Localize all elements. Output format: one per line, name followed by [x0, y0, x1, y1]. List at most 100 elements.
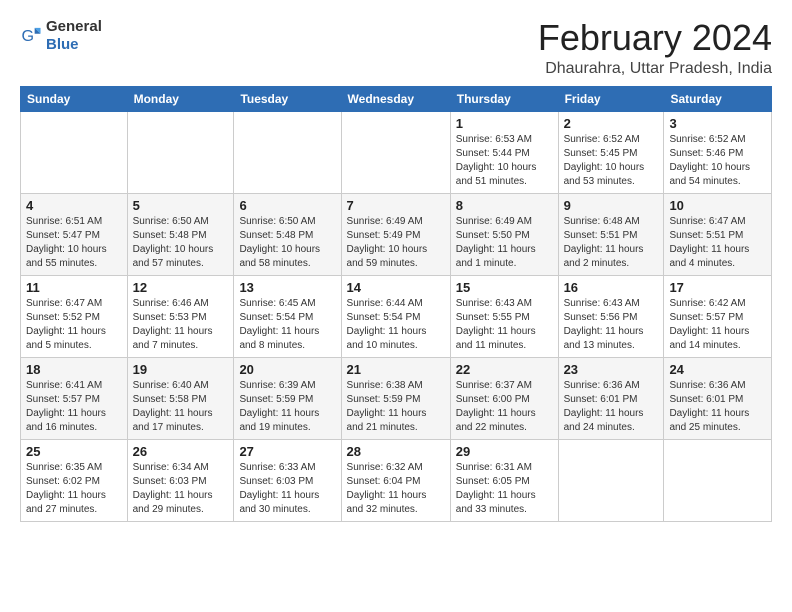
- day-detail: Sunrise: 6:51 AM Sunset: 5:47 PM Dayligh…: [26, 215, 122, 271]
- calendar-day-cell: 16 Sunrise: 6:43 AM Sunset: 5:56 PM Dayli…: [558, 275, 664, 357]
- logo-icon: G: [20, 25, 42, 47]
- day-detail: Sunrise: 6:49 AM Sunset: 5:49 PM Dayligh…: [347, 215, 445, 271]
- day-detail: Sunrise: 6:40 AM Sunset: 5:58 PM Dayligh…: [133, 379, 229, 435]
- calendar-day-cell: 2 Sunrise: 6:52 AM Sunset: 5:45 PM Daylig…: [558, 111, 664, 193]
- calendar-day-cell: 5 Sunrise: 6:50 AM Sunset: 5:48 PM Daylig…: [127, 193, 234, 275]
- calendar-day-cell: [21, 111, 128, 193]
- day-number: 23: [564, 362, 659, 377]
- day-detail: Sunrise: 6:32 AM Sunset: 6:04 PM Dayligh…: [347, 461, 445, 517]
- calendar-day-cell: 23Sunrise: 6:36 AM Sunset: 6:01 PM Dayli…: [558, 357, 664, 439]
- calendar-day-cell: 12 Sunrise: 6:46 AM Sunset: 5:53 PM Dayli…: [127, 275, 234, 357]
- day-detail: Sunrise: 6:42 AM Sunset: 5:57 PM Dayligh…: [669, 297, 766, 353]
- day-number: 17: [669, 280, 766, 295]
- calendar-day-cell: [558, 439, 664, 521]
- day-detail: Sunrise: 6:39 AM Sunset: 5:59 PM Dayligh…: [239, 379, 335, 435]
- day-number: 2: [564, 116, 659, 131]
- calendar-day-cell: 17 Sunrise: 6:42 AM Sunset: 5:57 PM Dayli…: [664, 275, 772, 357]
- calendar-day-cell: 29Sunrise: 6:31 AM Sunset: 6:05 PM Dayli…: [450, 439, 558, 521]
- calendar-day-cell: 22 Sunrise: 6:37 AM Sunset: 6:00 PM Dayli…: [450, 357, 558, 439]
- day-detail: Sunrise: 6:46 AM Sunset: 5:53 PM Dayligh…: [133, 297, 229, 353]
- day-detail: Sunrise: 6:49 AM Sunset: 5:50 PM Dayligh…: [456, 215, 553, 271]
- day-detail: Sunrise: 6:44 AM Sunset: 5:54 PM Dayligh…: [347, 297, 445, 353]
- day-number: 18: [26, 362, 122, 377]
- svg-text:G: G: [21, 27, 34, 45]
- calendar-day-cell: 9Sunrise: 6:48 AM Sunset: 5:51 PM Daylig…: [558, 193, 664, 275]
- day-number: 13: [239, 280, 335, 295]
- day-number: 1: [456, 116, 553, 131]
- day-number: 24: [669, 362, 766, 377]
- calendar-day-cell: 18 Sunrise: 6:41 AM Sunset: 5:57 PM Dayli…: [21, 357, 128, 439]
- calendar-day-cell: 11 Sunrise: 6:47 AM Sunset: 5:52 PM Dayli…: [21, 275, 128, 357]
- day-detail: Sunrise: 6:52 AM Sunset: 5:46 PM Dayligh…: [669, 133, 766, 189]
- day-detail: Sunrise: 6:43 AM Sunset: 5:56 PM Dayligh…: [564, 297, 659, 353]
- weekday-header: Sunday: [21, 86, 128, 111]
- calendar-day-cell: 10 Sunrise: 6:47 AM Sunset: 5:51 PM Dayli…: [664, 193, 772, 275]
- title-block: February 2024 Dhaurahra, Uttar Pradesh, …: [538, 18, 772, 78]
- day-number: 16: [564, 280, 659, 295]
- day-number: 19: [133, 362, 229, 377]
- day-detail: Sunrise: 6:34 AM Sunset: 6:03 PM Dayligh…: [133, 461, 229, 517]
- day-detail: Sunrise: 6:33 AM Sunset: 6:03 PM Dayligh…: [239, 461, 335, 517]
- location-title: Dhaurahra, Uttar Pradesh, India: [538, 60, 772, 78]
- logo: G General Blue: [20, 18, 102, 54]
- calendar-day-cell: 14 Sunrise: 6:44 AM Sunset: 5:54 PM Dayli…: [341, 275, 450, 357]
- day-number: 22: [456, 362, 553, 377]
- day-detail: Sunrise: 6:41 AM Sunset: 5:57 PM Dayligh…: [26, 379, 122, 435]
- calendar-day-cell: 1Sunrise: 6:53 AM Sunset: 5:44 PM Daylig…: [450, 111, 558, 193]
- calendar-day-cell: [664, 439, 772, 521]
- calendar-day-cell: 25Sunrise: 6:35 AM Sunset: 6:02 PM Dayli…: [21, 439, 128, 521]
- calendar-day-cell: 15Sunrise: 6:43 AM Sunset: 5:55 PM Dayli…: [450, 275, 558, 357]
- calendar-week-row: 11 Sunrise: 6:47 AM Sunset: 5:52 PM Dayli…: [21, 275, 772, 357]
- calendar-day-cell: [234, 111, 341, 193]
- calendar-day-cell: 6Sunrise: 6:50 AM Sunset: 5:48 PM Daylig…: [234, 193, 341, 275]
- weekday-header: Friday: [558, 86, 664, 111]
- calendar-day-cell: 20 Sunrise: 6:39 AM Sunset: 5:59 PM Dayli…: [234, 357, 341, 439]
- day-detail: Sunrise: 6:50 AM Sunset: 5:48 PM Dayligh…: [133, 215, 229, 271]
- weekday-header: Thursday: [450, 86, 558, 111]
- calendar-day-cell: 8Sunrise: 6:49 AM Sunset: 5:50 PM Daylig…: [450, 193, 558, 275]
- day-number: 5: [133, 198, 229, 213]
- calendar-day-cell: 19 Sunrise: 6:40 AM Sunset: 5:58 PM Dayli…: [127, 357, 234, 439]
- calendar-table: SundayMondayTuesdayWednesdayThursdayFrid…: [20, 86, 772, 522]
- calendar-day-cell: [341, 111, 450, 193]
- day-number: 20: [239, 362, 335, 377]
- logo-text: General Blue: [46, 18, 102, 54]
- day-number: 28: [347, 444, 445, 459]
- day-detail: Sunrise: 6:38 AM Sunset: 5:59 PM Dayligh…: [347, 379, 445, 435]
- calendar-week-row: 4 Sunrise: 6:51 AM Sunset: 5:47 PM Daylig…: [21, 193, 772, 275]
- day-number: 15: [456, 280, 553, 295]
- day-number: 4: [26, 198, 122, 213]
- day-number: 11: [26, 280, 122, 295]
- day-detail: Sunrise: 6:45 AM Sunset: 5:54 PM Dayligh…: [239, 297, 335, 353]
- day-number: 14: [347, 280, 445, 295]
- day-number: 7: [347, 198, 445, 213]
- day-detail: Sunrise: 6:35 AM Sunset: 6:02 PM Dayligh…: [26, 461, 122, 517]
- calendar-day-cell: 3 Sunrise: 6:52 AM Sunset: 5:46 PM Daylig…: [664, 111, 772, 193]
- weekday-header: Monday: [127, 86, 234, 111]
- calendar-body: 1Sunrise: 6:53 AM Sunset: 5:44 PM Daylig…: [21, 111, 772, 521]
- day-number: 9: [564, 198, 659, 213]
- day-detail: Sunrise: 6:47 AM Sunset: 5:51 PM Dayligh…: [669, 215, 766, 271]
- logo-blue: Blue: [46, 36, 79, 53]
- calendar-day-cell: 24Sunrise: 6:36 AM Sunset: 6:01 PM Dayli…: [664, 357, 772, 439]
- weekday-header: Tuesday: [234, 86, 341, 111]
- day-detail: Sunrise: 6:50 AM Sunset: 5:48 PM Dayligh…: [239, 215, 335, 271]
- page: G General Blue February 2024 Dhaurahra, …: [0, 0, 792, 532]
- day-detail: Sunrise: 6:47 AM Sunset: 5:52 PM Dayligh…: [26, 297, 122, 353]
- calendar-day-cell: [127, 111, 234, 193]
- day-number: 21: [347, 362, 445, 377]
- day-detail: Sunrise: 6:52 AM Sunset: 5:45 PM Dayligh…: [564, 133, 659, 189]
- calendar-day-cell: 7 Sunrise: 6:49 AM Sunset: 5:49 PM Daylig…: [341, 193, 450, 275]
- day-number: 10: [669, 198, 766, 213]
- calendar-week-row: 1Sunrise: 6:53 AM Sunset: 5:44 PM Daylig…: [21, 111, 772, 193]
- calendar-day-cell: 13 Sunrise: 6:45 AM Sunset: 5:54 PM Dayli…: [234, 275, 341, 357]
- logo-general: General: [46, 18, 102, 35]
- day-number: 12: [133, 280, 229, 295]
- calendar-day-cell: 27Sunrise: 6:33 AM Sunset: 6:03 PM Dayli…: [234, 439, 341, 521]
- weekday-header: Saturday: [664, 86, 772, 111]
- calendar-week-row: 18 Sunrise: 6:41 AM Sunset: 5:57 PM Dayli…: [21, 357, 772, 439]
- day-detail: Sunrise: 6:37 AM Sunset: 6:00 PM Dayligh…: [456, 379, 553, 435]
- header: G General Blue February 2024 Dhaurahra, …: [20, 18, 772, 78]
- day-number: 3: [669, 116, 766, 131]
- month-title: February 2024: [538, 18, 772, 58]
